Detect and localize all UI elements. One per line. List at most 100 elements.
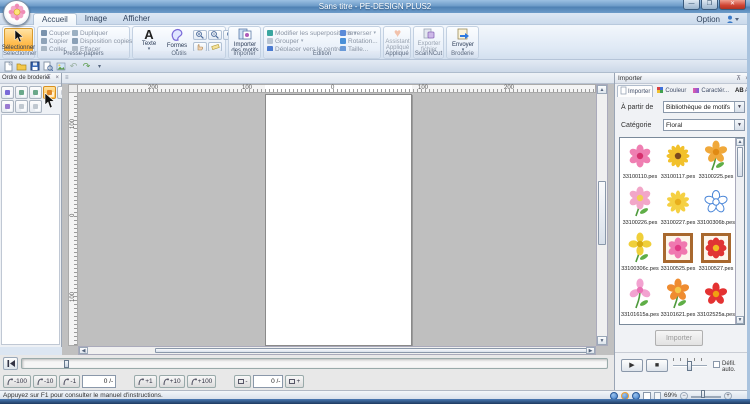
save-icon[interactable] [29,61,40,72]
pattern-thumbnail[interactable]: 33100227.pes [659,186,697,232]
sewing-order-list[interactable] [1,114,60,345]
stitch-back-10-button[interactable]: -10 [33,375,57,388]
minimize-button[interactable]: — [683,0,700,10]
inverser-caret[interactable]: ▾ [373,30,376,36]
design-property-icon[interactable] [42,61,53,72]
from-select-caret[interactable]: ▼ [734,102,744,112]
zoom-slider-thumb[interactable] [701,390,705,398]
open-file-icon[interactable] [16,61,27,72]
stitch-back-1-button[interactable]: -1 [59,375,80,388]
order-tool-grid-button[interactable] [1,86,14,99]
order-tool-group-a-button[interactable] [15,86,28,99]
ribbon-item-rotation[interactable]: Rotation... [340,37,378,45]
import-pin-icon[interactable]: ⊼ [736,73,741,84]
option-menu[interactable]: Option [696,15,720,24]
order-tool-group-b-button[interactable] [29,86,42,99]
design-viewport[interactable] [78,93,596,346]
vertical-scrollbar[interactable]: ▲ ▼ [596,84,608,346]
pattern-list-scrollbar[interactable]: ▲ ▼ [735,138,744,324]
color-counter-field[interactable]: 0 /- [253,375,283,388]
tab-image[interactable]: Image [77,13,115,25]
grouper-caret[interactable]: ▾ [301,38,304,44]
stitch-progress-thumb[interactable] [64,360,69,368]
customize-caret-icon[interactable]: ▾ [94,61,105,72]
previous-color-button[interactable]: - [234,375,251,388]
scroll-left-button[interactable]: ◀ [79,347,88,354]
from-select[interactable]: Bibliothèque de motifs ▼ [663,101,745,113]
import-tab-couleur[interactable]: Couleur [653,85,689,97]
ribbon-item-couper[interactable]: Couper [41,29,70,37]
select-tool-button[interactable]: Sélectionner ▾ [4,28,33,52]
maximize-button[interactable]: ❐ [701,0,718,10]
jump-to-start-button[interactable] [3,357,18,370]
pattern-scroll-down[interactable]: ▼ [736,316,744,324]
send-button[interactable]: Envoyer ▾ [448,28,478,52]
stitch-back-100-button[interactable]: -100 [3,375,31,388]
pattern-scroll-thumb[interactable] [737,147,743,177]
shapes-tool-button[interactable]: Formes ▾ [164,28,190,53]
category-select[interactable]: Floral ▼ [663,119,745,131]
pattern-thumbnail[interactable]: 33100525.pes [659,232,697,278]
group-label-applique: Appliqué [384,51,410,58]
pattern-thumbnail[interactable]: 33100306b.pes [697,186,735,232]
pattern-thumbnail[interactable]: 33102525a.pes [697,278,735,324]
vertical-scroll-thumb[interactable] [598,181,606,245]
pattern-thumbnail[interactable]: 33100226.pes [621,186,659,232]
tab-accueil[interactable]: Accueil [33,13,77,25]
application-menu-button[interactable] [3,0,30,26]
pattern-thumbnail[interactable]: 33100117.pes [659,140,697,186]
pattern-thumbnail[interactable]: 33100225.pes [697,140,735,186]
import-tab-importer[interactable]: Importer [617,85,653,97]
zoom-in-button[interactable] [193,30,207,40]
stitch-progress-track[interactable] [21,358,608,369]
speed-slider-thumb[interactable] [687,361,692,371]
ribbon-item-disposition-copies[interactable]: Disposition copies▾ [72,37,137,45]
applique-wizard-button[interactable]: ♥ Assistant Appliqué [385,28,410,51]
panel-pin-icon[interactable]: ⊼ [47,73,51,84]
tab-afficher[interactable]: Afficher [115,13,158,25]
pattern-thumbnail[interactable]: 33101615a.pes [621,278,659,324]
ribbon-item-dupliquer[interactable]: Dupliquer [72,29,137,37]
button-label: -100 [14,376,27,387]
import-tab-caracter[interactable]: Caractér... [689,85,732,97]
category-label: Catégorie [621,122,651,129]
pattern-thumbnail[interactable]: 33100527.pes [697,232,735,278]
image-wizard-icon[interactable] [55,61,66,72]
stitch-forward-10-button[interactable]: +10 [159,375,185,388]
pattern-thumbnail[interactable]: 33100110.pes [621,140,659,186]
import-button[interactable]: Importer [655,330,703,346]
scroll-down-button[interactable]: ▼ [597,336,607,345]
undo-icon[interactable]: ↶ [68,61,79,72]
preview-stop-button[interactable]: ■ [646,359,668,372]
redo-icon[interactable]: ↷ [81,61,92,72]
text-tool-button[interactable]: A Texte ▾ [136,28,162,51]
panel-close-icon[interactable]: × [55,73,59,84]
order-tool-recolor-button[interactable] [1,100,14,113]
horizontal-scrollbar[interactable]: ◀ ▶ [78,346,596,355]
pattern-thumbnail[interactable]: 33101621.pes [659,278,697,324]
category-select-caret[interactable]: ▼ [734,120,744,130]
ribbon-item-copier[interactable]: Copier [41,37,70,45]
ribbon-item-inverser[interactable]: Inverser▾ [340,29,378,37]
help-person-icon[interactable] [726,15,742,24]
order-tool-lock-a-button[interactable] [15,100,28,113]
zoom-slider[interactable] [691,393,721,398]
autoscroll-checkbox[interactable] [713,361,720,368]
stitch-counter-field[interactable]: 0 /- [82,375,116,388]
pattern-thumbnail[interactable]: 33100306c.pes [621,232,659,278]
next-color-button[interactable]: + [285,375,304,388]
zoom-out-button[interactable] [208,30,222,40]
design-page[interactable] [265,94,412,346]
scroll-up-button[interactable]: ▲ [597,85,607,94]
horizontal-scroll-thumb[interactable] [155,348,587,353]
new-document-icon[interactable] [3,61,14,72]
workspace-splitter[interactable]: ≡ [62,73,614,84]
pattern-scroll-up[interactable]: ▲ [736,138,744,146]
stitch-forward-1-button[interactable]: +1 [134,375,156,388]
stitch-forward-100-button[interactable]: +100 [187,375,217,388]
preview-play-button[interactable]: ▶ [621,359,643,372]
scroll-right-button[interactable]: ▶ [586,347,595,354]
order-tool-lock-b-button[interactable] [29,100,42,113]
title-bar[interactable]: Sans titre - PE-DESIGN PLUS2 — ❐ ✕ [0,0,750,13]
close-button[interactable]: ✕ [719,0,746,10]
